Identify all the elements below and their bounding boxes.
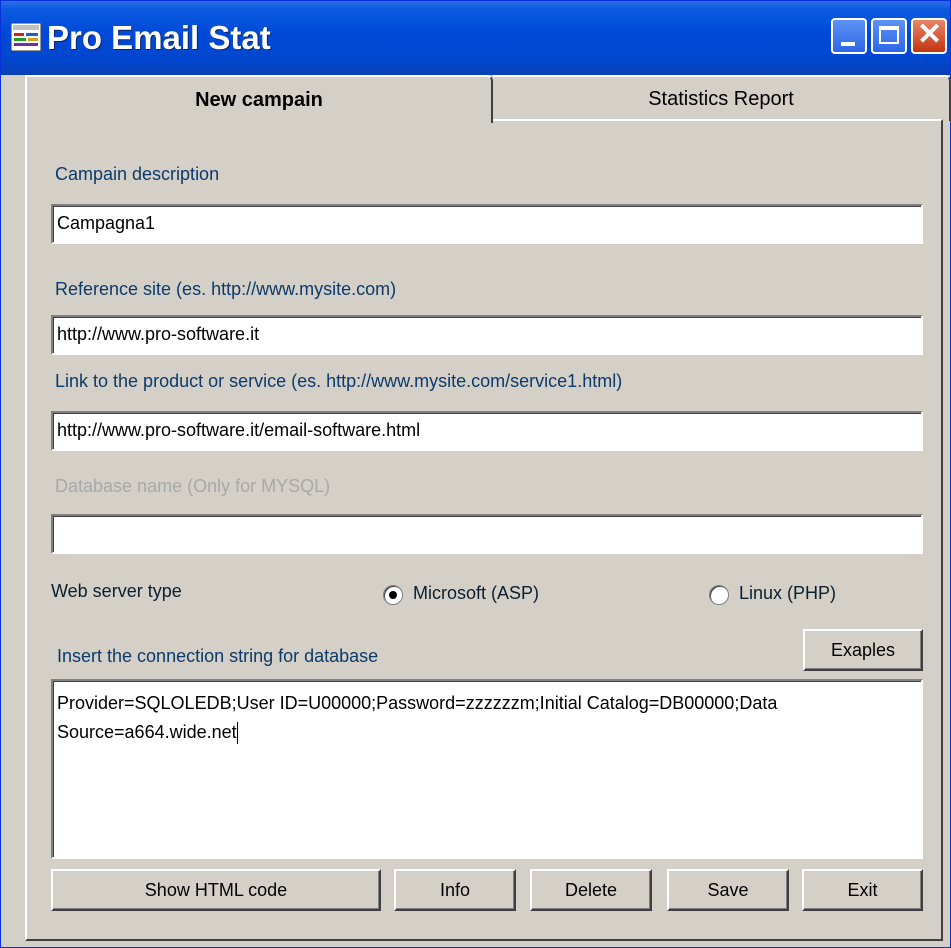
radio-microsoft-asp-label[interactable]: Microsoft (ASP) bbox=[413, 583, 539, 604]
close-button[interactable]: ✕ bbox=[911, 18, 947, 54]
web-server-type-label: Web server type bbox=[51, 581, 182, 601]
reference-site-label: Reference site (es. http://www.mysite.co… bbox=[55, 279, 397, 299]
connection-string-textarea[interactable]: Provider=SQLOLEDB;User ID=U00000;Passwor… bbox=[51, 679, 923, 859]
text-caret bbox=[236, 722, 238, 745]
minimize-icon bbox=[841, 42, 855, 46]
connection-string-line-2-text: Source=a664.wide.net bbox=[57, 722, 237, 742]
info-button[interactable]: Info bbox=[394, 869, 516, 911]
radio-selected-dot bbox=[389, 591, 397, 599]
product-link-input[interactable]: http://www.pro-software.it/email-softwar… bbox=[51, 411, 923, 451]
campain-description-input[interactable]: Campagna1 bbox=[51, 204, 923, 244]
app-window: Pro Email Stat ✕ New campain Statistics … bbox=[0, 0, 951, 948]
exit-button[interactable]: Exit bbox=[802, 869, 923, 911]
tab-label: Statistics Report bbox=[648, 87, 794, 110]
radio-linux-php[interactable] bbox=[709, 585, 729, 605]
radio-linux-php-label[interactable]: Linux (PHP) bbox=[739, 583, 836, 604]
app-icon bbox=[11, 23, 41, 51]
tab-statistics-report[interactable]: Statistics Report bbox=[493, 75, 951, 121]
connection-string-line-1: Provider=SQLOLEDB;User ID=U00000;Passwor… bbox=[57, 693, 778, 713]
show-html-code-button[interactable]: Show HTML code bbox=[51, 869, 381, 911]
tab-new-campain[interactable]: New campain bbox=[25, 75, 493, 123]
reference-site-input[interactable]: http://www.pro-software.it bbox=[51, 315, 923, 355]
database-name-label: Database name (Only for MYSQL) bbox=[55, 476, 331, 496]
connection-string-line-2: Source=a664.wide.net bbox=[57, 718, 917, 747]
window-title: Pro Email Stat bbox=[47, 19, 271, 56]
tab-label: New campain bbox=[195, 88, 323, 111]
database-name-input[interactable] bbox=[51, 514, 923, 554]
close-icon: ✕ bbox=[917, 18, 943, 51]
delete-button[interactable]: Delete bbox=[530, 869, 652, 911]
maximize-icon bbox=[879, 26, 899, 44]
campain-description-label: Campain description bbox=[55, 164, 220, 184]
minimize-button[interactable] bbox=[831, 18, 867, 54]
product-link-label: Link to the product or service (es. http… bbox=[55, 371, 623, 391]
connection-string-label: Insert the connection string for databas… bbox=[57, 646, 379, 666]
examples-button[interactable]: Exaples bbox=[803, 629, 923, 671]
title-bar[interactable]: Pro Email Stat ✕ bbox=[1, 1, 950, 75]
save-button[interactable]: Save bbox=[667, 869, 789, 911]
radio-microsoft-asp[interactable] bbox=[383, 585, 403, 605]
maximize-button[interactable] bbox=[871, 18, 907, 54]
